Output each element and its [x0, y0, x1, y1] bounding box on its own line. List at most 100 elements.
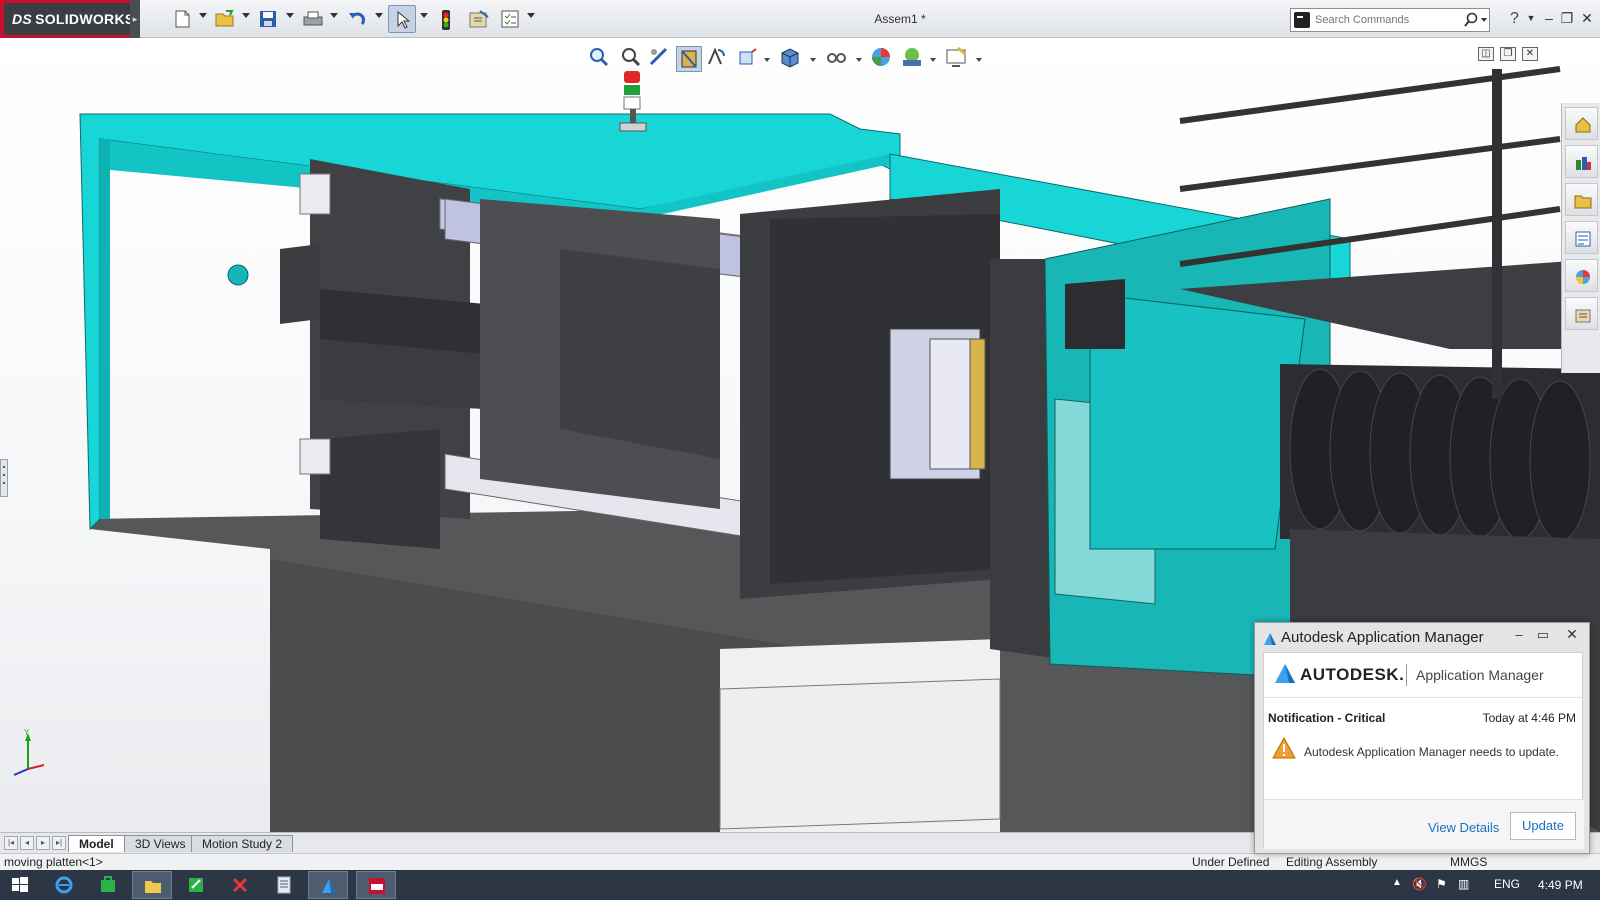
- notification-maximize-icon[interactable]: ▭: [1533, 627, 1553, 643]
- print-button[interactable]: [298, 5, 326, 33]
- update-button[interactable]: Update: [1510, 812, 1576, 840]
- custom-properties-button[interactable]: [1565, 297, 1598, 330]
- hide-show-items-icon[interactable]: [824, 46, 850, 72]
- solidworks-app[interactable]: [356, 871, 396, 899]
- input-language[interactable]: ENG: [1494, 877, 1520, 891]
- appearances-button[interactable]: [1565, 259, 1598, 292]
- green-app-icon: [189, 878, 203, 892]
- system-clock[interactable]: 4:49 PM: [1538, 878, 1583, 892]
- menu-expand-arrow[interactable]: ▸: [130, 0, 140, 38]
- status-mode: Editing Assembly: [1286, 855, 1378, 869]
- open-file-button[interactable]: [210, 5, 238, 33]
- tab-motion-study-2[interactable]: Motion Study 2: [191, 835, 294, 852]
- file-properties-button[interactable]: [464, 5, 492, 33]
- internet-explorer-icon: [55, 876, 73, 894]
- notification-close-icon[interactable]: ✕: [1555, 624, 1589, 644]
- volume-icon[interactable]: 🔇: [1412, 877, 1427, 891]
- document-title: Assem1 *: [874, 12, 926, 26]
- help-dropdown-icon[interactable]: ▼: [1522, 8, 1540, 28]
- options-checklist-icon: [501, 10, 519, 28]
- status-selection: moving platten<1>: [4, 855, 103, 869]
- viewport-restore-icon[interactable]: ❐: [1500, 47, 1516, 61]
- feature-manager-expand-handle[interactable]: [0, 459, 8, 497]
- task-pane: [1561, 103, 1600, 373]
- frame-hole: [227, 264, 249, 286]
- rebuild-button[interactable]: [432, 5, 460, 33]
- save-button[interactable]: [254, 5, 282, 33]
- network-icon[interactable]: ▥: [1458, 877, 1469, 891]
- document-app[interactable]: [264, 871, 304, 899]
- apply-scene-icon[interactable]: [900, 46, 926, 72]
- tab-last-icon[interactable]: ▸|: [52, 836, 66, 850]
- solidworks-icon: [369, 878, 385, 894]
- options-button[interactable]: [496, 5, 524, 33]
- x-app[interactable]: [220, 871, 260, 899]
- dynamic-annotation-icon[interactable]: [706, 46, 732, 72]
- select-dropdown-icon[interactable]: [420, 13, 428, 18]
- view-palette-button[interactable]: [1565, 221, 1598, 254]
- notification-window-title: Autodesk Application Manager: [1281, 629, 1484, 646]
- viewport-split-icon[interactable]: ◫: [1478, 47, 1494, 61]
- windows-taskbar: ▲ 🔇 ⚑ ▥ ENG 4:49 PM: [0, 870, 1600, 900]
- ds-logo-mark: DS: [12, 11, 33, 27]
- new-file-dropdown-icon[interactable]: [199, 13, 207, 18]
- undo-dropdown-icon[interactable]: [375, 13, 383, 18]
- green-app[interactable]: [176, 871, 216, 899]
- printer-icon: [303, 11, 323, 26]
- tab-prev-icon[interactable]: ◂: [20, 836, 34, 850]
- notification-minimize-icon[interactable]: –: [1509, 627, 1529, 642]
- solidworks-logo[interactable]: DS SOLIDWORKS: [0, 0, 134, 38]
- show-hidden-icons-icon[interactable]: ▲: [1392, 877, 1402, 888]
- new-file-button[interactable]: [168, 5, 196, 33]
- edit-appearance-icon[interactable]: [870, 46, 896, 72]
- solidworks-resources-button[interactable]: [1565, 107, 1598, 140]
- tab-3d-views[interactable]: 3D Views: [124, 835, 197, 852]
- tab-model[interactable]: Model: [68, 835, 125, 852]
- search-icon[interactable]: [1463, 12, 1479, 28]
- help-icon[interactable]: ?: [1510, 10, 1519, 28]
- display-style-dropdown-icon[interactable]: [810, 58, 816, 62]
- save-dropdown-icon[interactable]: [286, 13, 294, 18]
- minimize-icon[interactable]: –: [1540, 8, 1558, 28]
- autodesk-brand-text: AUTODESK.: [1300, 665, 1405, 684]
- viewport-close-icon[interactable]: ✕: [1522, 47, 1538, 61]
- internet-explorer-app[interactable]: [44, 871, 84, 899]
- restore-icon[interactable]: ❐: [1558, 8, 1576, 28]
- options-dropdown-icon[interactable]: [527, 13, 535, 18]
- search-dropdown-icon[interactable]: [1481, 18, 1487, 22]
- tab-first-icon[interactable]: |◂: [4, 836, 18, 850]
- view-settings-icon[interactable]: [944, 46, 970, 72]
- view-settings-dropdown-icon[interactable]: [976, 58, 982, 62]
- open-file-dropdown-icon[interactable]: [242, 13, 250, 18]
- tab-next-icon[interactable]: ▸: [36, 836, 50, 850]
- status-units[interactable]: MMGS: [1450, 854, 1487, 870]
- view-orientation-dropdown-icon[interactable]: [764, 58, 770, 62]
- autodesk-icon: [322, 879, 336, 893]
- file-explorer-app[interactable]: [132, 871, 172, 899]
- section-view-icon[interactable]: [676, 46, 702, 72]
- store-app[interactable]: [88, 871, 128, 899]
- view-details-link[interactable]: View Details: [1428, 820, 1499, 835]
- zoom-to-fit-icon[interactable]: [588, 46, 614, 72]
- previous-view-icon[interactable]: [648, 46, 674, 72]
- autodesk-app[interactable]: [308, 871, 348, 899]
- design-library-button[interactable]: [1565, 145, 1598, 178]
- print-dropdown-icon[interactable]: [330, 13, 338, 18]
- select-button[interactable]: [388, 5, 416, 33]
- hide-show-dropdown-icon[interactable]: [856, 58, 862, 62]
- action-center-icon[interactable]: ⚑: [1436, 877, 1447, 891]
- search-commands-input[interactable]: [1315, 11, 1455, 29]
- file-explorer-button[interactable]: [1565, 183, 1598, 216]
- undo-button[interactable]: [342, 5, 370, 33]
- start-button[interactable]: [0, 871, 40, 899]
- warning-icon: [1272, 737, 1296, 759]
- windows-logo-icon: [12, 877, 28, 892]
- display-style-icon[interactable]: [778, 46, 804, 72]
- search-commands-box[interactable]: [1290, 8, 1490, 32]
- view-orientation-icon[interactable]: [736, 46, 762, 72]
- zoom-to-area-icon[interactable]: [620, 46, 646, 72]
- apply-scene-dropdown-icon[interactable]: [930, 58, 936, 62]
- logo-text: SOLIDWORKS: [35, 11, 135, 27]
- close-icon[interactable]: ✕: [1578, 8, 1596, 28]
- appearances-icon: [1576, 270, 1590, 284]
